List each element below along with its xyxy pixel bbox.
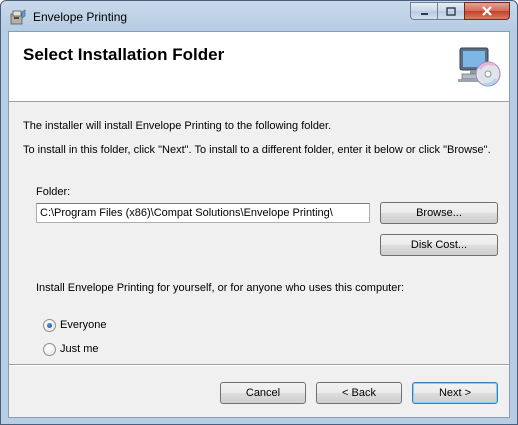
radio-just-me-label[interactable]: Just me	[60, 343, 99, 355]
browse-button-label: Browse...	[416, 207, 462, 219]
radio-everyone-button[interactable]	[43, 319, 56, 332]
window-title: Envelope Printing	[33, 10, 128, 24]
window-controls	[410, 2, 510, 22]
back-button-label: < Back	[342, 387, 376, 399]
install-for-text: Install Envelope Printing for yourself, …	[36, 282, 405, 294]
close-icon	[482, 6, 492, 16]
header-banner: Select Installation Folder	[9, 32, 509, 102]
disk-cost-button-label: Disk Cost...	[410, 239, 468, 251]
folder-label: Folder:	[36, 186, 71, 198]
maximize-button[interactable]	[437, 2, 464, 20]
next-button-label: Next >	[438, 387, 472, 399]
installer-window: Envelope Printing Select Installation Fo…	[0, 0, 518, 425]
folder-path-input[interactable]: C:\Program Files (x86)\Compat Solutions\…	[36, 203, 370, 223]
dialog-client-area: Select Installation Folder The installer…	[8, 31, 510, 418]
browse-button[interactable]: Browse...	[380, 202, 498, 224]
next-button[interactable]: Next >	[412, 382, 498, 404]
minimize-button[interactable]	[410, 2, 437, 20]
page-title: Select Installation Folder	[23, 45, 225, 64]
title-bar[interactable]: Envelope Printing	[1, 1, 517, 31]
intro-text: The installer will install Envelope Prin…	[23, 120, 332, 132]
disk-cost-button[interactable]: Disk Cost...	[380, 234, 498, 256]
cancel-button-label: Cancel	[245, 387, 281, 399]
radio-selected-dot	[47, 323, 52, 328]
computer-cd-icon	[458, 47, 501, 87]
close-button[interactable]	[464, 2, 510, 20]
back-button[interactable]: < Back	[316, 382, 402, 404]
instructions-text: To install in this folder, click "Next".…	[23, 144, 491, 156]
radio-just-me-button[interactable]	[43, 343, 56, 356]
footer-separator	[9, 364, 509, 366]
minimize-icon	[420, 12, 428, 15]
radio-everyone-label[interactable]: Everyone	[60, 319, 106, 331]
maximize-icon	[446, 6, 456, 16]
installer-icon	[10, 9, 26, 25]
cancel-button[interactable]: Cancel	[220, 382, 306, 404]
